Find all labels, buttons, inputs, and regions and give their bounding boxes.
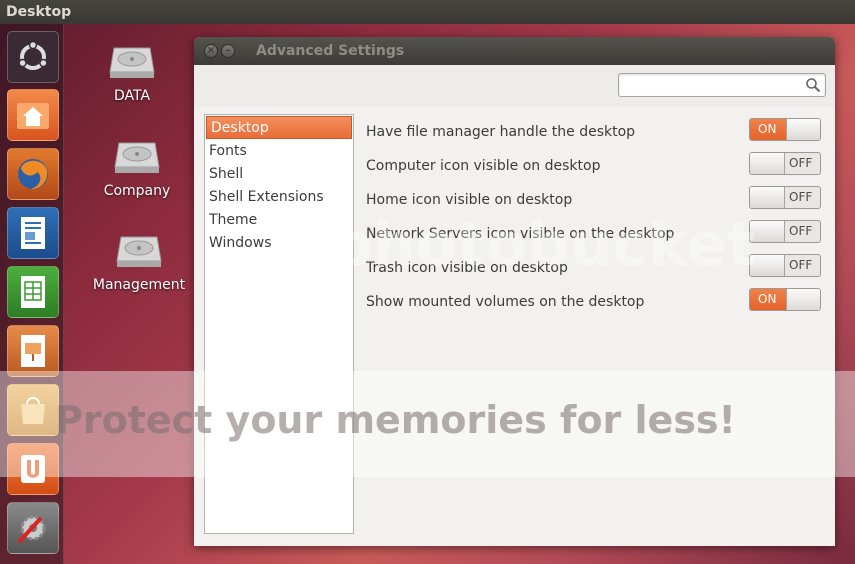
desktop-icon-label: Company (103, 183, 171, 199)
desktop-icon-management[interactable]: Management (89, 233, 189, 293)
computer-icon-toggle[interactable]: OFF (749, 152, 821, 175)
ubuntu-logo-icon[interactable] (7, 31, 59, 83)
toggle-state: ON (750, 119, 787, 140)
home-folder-icon[interactable] (7, 89, 59, 141)
toggle-state: ON (750, 289, 787, 310)
category-item-shell-extensions[interactable]: Shell Extensions (205, 186, 353, 209)
file-manager-desktop-toggle[interactable]: ON (749, 118, 821, 141)
setting-row: Computer icon visible on desktop OFF (366, 149, 821, 183)
setting-label: Network Servers icon visible on the desk… (366, 226, 675, 242)
setting-row: Trash icon visible on desktop OFF (366, 251, 821, 285)
desktop-icon-label: Management (92, 277, 186, 293)
top-panel: Desktop (0, 0, 855, 24)
impress-icon[interactable] (7, 325, 59, 377)
toggle-state: OFF (789, 258, 813, 272)
toggle-knob (750, 255, 785, 276)
setting-label: Home icon visible on desktop (366, 192, 573, 208)
category-list: Desktop Fonts Shell Shell Extensions The… (204, 114, 354, 534)
toggle-state: OFF (789, 224, 813, 238)
setting-label: Trash icon visible on desktop (366, 260, 568, 276)
hard-drive-icon (114, 142, 160, 173)
setting-label: Computer icon visible on desktop (366, 158, 601, 174)
toggle-knob (750, 187, 785, 208)
hard-drive-icon (109, 47, 155, 78)
writer-icon[interactable] (7, 207, 59, 259)
category-item-theme[interactable]: Theme (205, 209, 353, 232)
category-item-shell[interactable]: Shell (205, 163, 353, 186)
software-center-icon[interactable] (7, 384, 59, 436)
toggle-knob (786, 289, 820, 310)
calc-icon[interactable] (7, 266, 59, 318)
close-icon[interactable]: × (204, 44, 218, 58)
setting-row: Show mounted volumes on the desktop ON (366, 285, 821, 319)
trash-icon-toggle[interactable]: OFF (749, 254, 821, 277)
category-item-fonts[interactable]: Fonts (205, 140, 353, 163)
setting-label: Have file manager handle the desktop (366, 124, 636, 140)
search-box (618, 73, 826, 97)
window-title: Advanced Settings (256, 43, 405, 59)
settings-panel: Have file manager handle the desktop ON … (366, 115, 821, 319)
category-item-windows[interactable]: Windows (205, 232, 353, 255)
toolbar (194, 65, 835, 107)
toggle-knob (786, 119, 820, 140)
minimize-icon[interactable]: – (221, 44, 235, 58)
setting-row: Network Servers icon visible on the desk… (366, 217, 821, 251)
search-icon[interactable] (805, 77, 821, 93)
setting-row: Home icon visible on desktop OFF (366, 183, 821, 217)
desktop-icon-company[interactable]: Company (87, 139, 187, 199)
search-input[interactable] (623, 75, 803, 95)
hard-drive-icon (116, 236, 162, 267)
system-settings-icon[interactable] (7, 502, 59, 554)
network-servers-icon-toggle[interactable]: OFF (749, 220, 821, 243)
home-icon-toggle[interactable]: OFF (749, 186, 821, 209)
category-item-desktop[interactable]: Desktop (206, 116, 352, 139)
ubuntu-one-icon[interactable] (7, 443, 59, 495)
toggle-state: OFF (789, 156, 813, 170)
desktop-icon-label: DATA (113, 88, 151, 104)
advanced-settings-window: × – Advanced Settings Desktop Fonts Shel… (194, 37, 835, 546)
panel-title: Desktop (6, 4, 72, 20)
toggle-state: OFF (789, 190, 813, 204)
titlebar: × – Advanced Settings (194, 37, 835, 65)
firefox-icon[interactable] (7, 148, 59, 200)
setting-row: Have file manager handle the desktop ON (366, 115, 821, 149)
desktop-icon-data[interactable]: DATA (82, 44, 182, 104)
launcher (0, 24, 64, 564)
mounted-volumes-toggle[interactable]: ON (749, 288, 821, 311)
toggle-knob (750, 221, 785, 242)
toggle-knob (750, 153, 785, 174)
setting-label: Show mounted volumes on the desktop (366, 294, 645, 310)
